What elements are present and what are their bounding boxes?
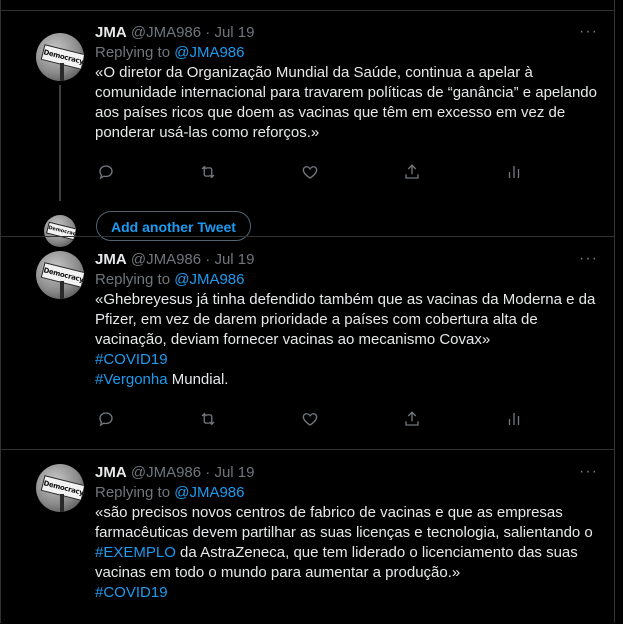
timestamp[interactable]: Jul 19: [214, 464, 254, 481]
replying-handle-link[interactable]: @JMA986: [174, 44, 244, 61]
reply-icon[interactable]: [97, 410, 115, 428]
tweet-header: JMA @JMA986 · Jul 19: [95, 463, 598, 483]
hashtag-link[interactable]: #COVID19: [95, 351, 168, 368]
hashtag-link[interactable]: #EXEMPLO: [95, 544, 176, 561]
reply-icon[interactable]: [97, 163, 115, 181]
analytics-icon[interactable]: [505, 163, 523, 181]
tweet-3[interactable]: Democracy ··· JMA @JMA986 · Jul 19 Reply…: [1, 449, 614, 624]
avatar[interactable]: Democracy: [36, 251, 84, 299]
hashtag-trailing-text: Mundial.: [167, 371, 229, 388]
tweet-text: «são precisos novos centros de fabrico d…: [95, 503, 598, 603]
replying-to: Replying to @JMA986: [95, 44, 245, 61]
like-icon[interactable]: [301, 163, 319, 181]
display-name[interactable]: JMA: [95, 251, 127, 268]
tweet-text-paragraph: «Ghebreyesus já tinha defendido também q…: [95, 291, 596, 348]
top-divider: [1, 0, 614, 11]
replying-handle-link[interactable]: @JMA986: [174, 484, 244, 501]
hashtag-link[interactable]: #COVID19: [95, 584, 168, 601]
tweet-1[interactable]: Democracy ··· JMA @JMA986 · Jul 19 Reply…: [1, 11, 614, 247]
tweet-actions: [95, 163, 520, 183]
replying-to: Replying to @JMA986: [95, 484, 245, 501]
timestamp[interactable]: Jul 19: [214, 24, 254, 41]
more-options-icon[interactable]: ···: [579, 250, 598, 268]
thread-connector: [59, 85, 61, 201]
add-tweet-row: Democracy Add another Tweet: [1, 201, 614, 247]
handle[interactable]: @JMA986: [131, 464, 201, 481]
retweet-icon[interactable]: [198, 163, 218, 181]
tweet-text: «O diretor da Organização Mundial da Saú…: [95, 64, 597, 141]
replying-to: Replying to @JMA986: [95, 271, 245, 288]
tweet-actions: [95, 410, 520, 430]
separator: ·: [205, 251, 211, 268]
tweet-text: «Ghebreyesus já tinha defendido também q…: [95, 290, 598, 390]
display-name[interactable]: JMA: [95, 464, 127, 481]
retweet-icon[interactable]: [198, 410, 218, 428]
tweet-header: JMA @JMA986 · Jul 19: [95, 23, 598, 43]
tweet-thread: Democracy ··· JMA @JMA986 · Jul 19 Reply…: [0, 0, 615, 623]
more-options-icon[interactable]: ···: [579, 23, 598, 41]
separator: ·: [205, 464, 211, 481]
handle[interactable]: @JMA986: [131, 251, 201, 268]
avatar[interactable]: Democracy: [36, 464, 84, 512]
timestamp[interactable]: Jul 19: [214, 251, 254, 268]
like-icon[interactable]: [301, 410, 319, 428]
handle[interactable]: @JMA986: [131, 24, 201, 41]
separator: ·: [205, 24, 211, 41]
tweet-text-part: «são precisos novos centros de fabrico d…: [95, 504, 593, 541]
hashtag-link[interactable]: #Vergonha: [95, 371, 168, 388]
tweet-2[interactable]: Democracy ··· JMA @JMA986 · Jul 19 Reply…: [1, 236, 614, 449]
replying-handle-link[interactable]: @JMA986: [174, 271, 244, 288]
avatar[interactable]: Democracy: [36, 33, 84, 81]
analytics-icon[interactable]: [505, 410, 523, 428]
display-name[interactable]: JMA: [95, 24, 127, 41]
more-options-icon[interactable]: ···: [579, 463, 598, 481]
share-icon[interactable]: [403, 163, 421, 181]
share-icon[interactable]: [403, 410, 421, 428]
tweet-header: JMA @JMA986 · Jul 19: [95, 250, 598, 270]
